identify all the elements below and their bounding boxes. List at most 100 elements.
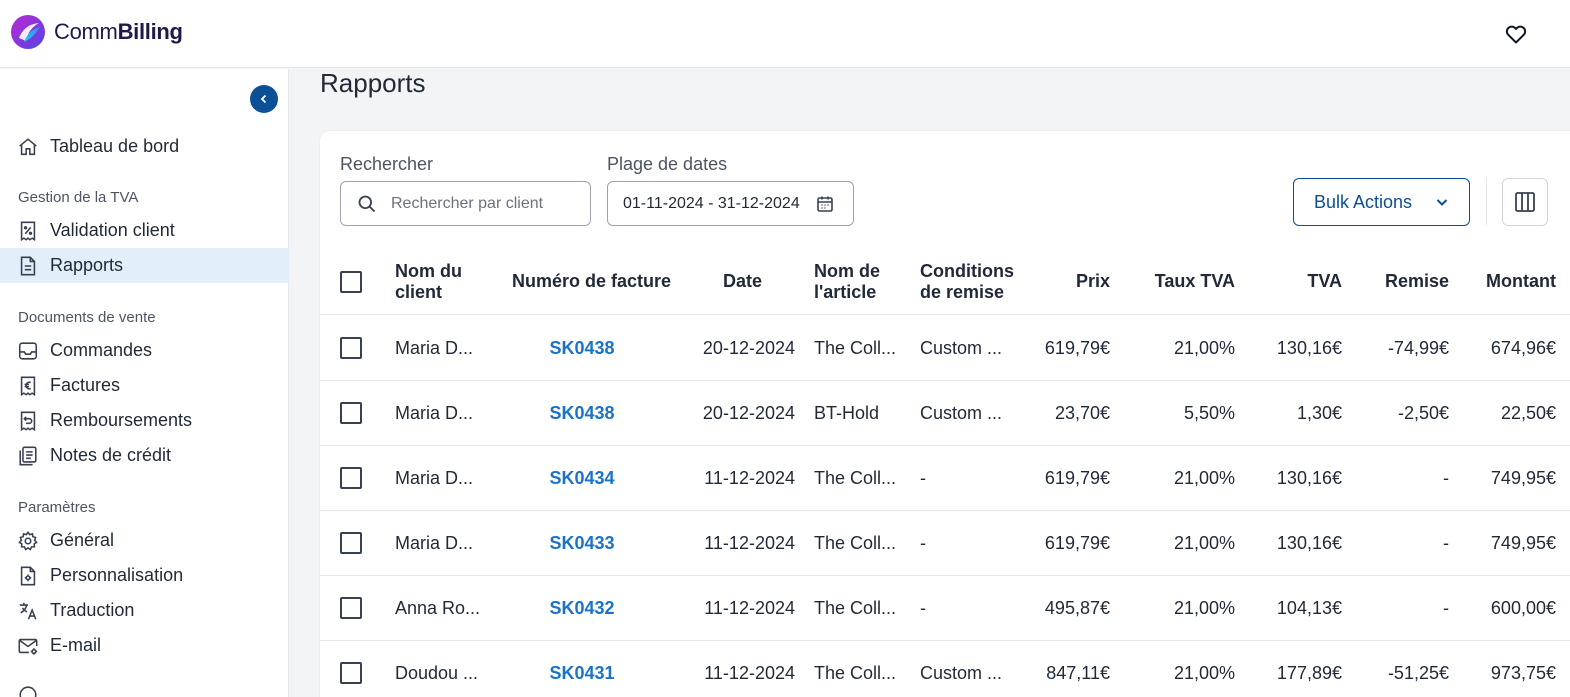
columns-toggle-button[interactable] bbox=[1502, 178, 1548, 226]
table-row[interactable]: Maria D... SK0433 11-12-2024 The Coll... - 61… bbox=[320, 511, 1570, 576]
cell-discount: - bbox=[1443, 532, 1449, 553]
sidebar-item-label: E-mail bbox=[50, 635, 102, 655]
cell-date: 11-12-2024 bbox=[704, 662, 795, 683]
row-checkbox[interactable] bbox=[340, 337, 362, 359]
header-article-line1: Nom de bbox=[814, 260, 881, 281]
header-amount[interactable]: Montant bbox=[1460, 249, 1556, 314]
row-checkbox[interactable] bbox=[340, 402, 362, 424]
cell-date: 20-12-2024 bbox=[702, 337, 795, 358]
sidebar-item-customization[interactable]: Personnalisation bbox=[0, 558, 289, 593]
sidebar-item-label: Commandes bbox=[50, 340, 153, 360]
app-name-bold: Billing bbox=[117, 19, 183, 44]
search-icon bbox=[358, 195, 376, 212]
cell-article: The Coll... bbox=[814, 467, 897, 488]
sidebar-item-email[interactable]: E-mail bbox=[0, 628, 289, 663]
header-price[interactable]: Prix bbox=[1020, 249, 1110, 314]
app-name-light: Comm bbox=[54, 19, 118, 44]
cell-vat-rate: 21,00% bbox=[1173, 337, 1235, 358]
section-label-vat: Gestion de la TVA bbox=[18, 189, 139, 206]
row-select-cell bbox=[340, 511, 362, 575]
table-row[interactable]: Doudou ... SK0431 11-12-2024 The Coll... Cus… bbox=[320, 641, 1570, 697]
cell-discount: -51,25€ bbox=[1387, 662, 1449, 683]
favorite-heart-icon[interactable] bbox=[1504, 22, 1528, 46]
cell-discount: -2,50€ bbox=[1397, 402, 1449, 423]
cell-vat-rate: 21,00% bbox=[1173, 532, 1235, 553]
cell-client: Maria D... bbox=[395, 402, 474, 423]
row-checkbox[interactable] bbox=[340, 662, 362, 684]
invoice-link[interactable]: SK0433 bbox=[512, 511, 652, 575]
cell-price: 619,79€ bbox=[1044, 337, 1110, 358]
sidebar-item-dashboard[interactable]: Tableau de bord bbox=[0, 129, 289, 164]
cell-discount: -74,99€ bbox=[1387, 337, 1449, 358]
receipt-percent-icon bbox=[20, 221, 36, 241]
cell-price: 23,70€ bbox=[1054, 402, 1110, 423]
row-checkbox[interactable] bbox=[340, 467, 362, 489]
cell-discount: - bbox=[1443, 467, 1449, 488]
cell-discount: - bbox=[1443, 597, 1449, 618]
cell-article: The Coll... bbox=[814, 532, 897, 553]
row-checkbox[interactable] bbox=[340, 532, 362, 554]
invoice-link[interactable]: SK0432 bbox=[512, 576, 652, 640]
header-conditions-line1: Conditions bbox=[920, 260, 1014, 281]
header-vat-rate[interactable]: Taux TVA bbox=[1130, 249, 1235, 314]
sidebar-item-partial[interactable] bbox=[0, 677, 289, 697]
cell-amount: 600,00€ bbox=[1490, 597, 1556, 618]
sidebar-item-credit-notes[interactable]: Notes de crédit bbox=[0, 438, 289, 473]
sidebar-item-invoices[interactable]: Factures bbox=[0, 368, 289, 403]
invoice-link[interactable]: SK0434 bbox=[512, 446, 652, 510]
row-select-cell bbox=[340, 641, 362, 697]
sidebar-item-translation[interactable]: Traduction bbox=[0, 593, 289, 628]
search-field[interactable] bbox=[340, 181, 591, 226]
collapse-sidebar-button[interactable] bbox=[250, 85, 278, 113]
cell-article: The Coll... bbox=[814, 597, 897, 618]
sidebar-item-general[interactable]: Général bbox=[0, 523, 289, 558]
cell-date: 11-12-2024 bbox=[704, 597, 795, 618]
invoice-link[interactable]: SK0438 bbox=[512, 316, 652, 380]
search-input[interactable] bbox=[391, 194, 571, 213]
invoice-link[interactable]: SK0438 bbox=[512, 381, 652, 445]
sidebar-item-client-validation[interactable]: Validation client bbox=[0, 213, 289, 248]
cell-date: 11-12-2024 bbox=[704, 532, 795, 553]
cell-conditions: - bbox=[920, 467, 926, 488]
row-select-cell bbox=[340, 316, 362, 380]
document-icon bbox=[20, 256, 36, 275]
sidebar-item-label: Rapports bbox=[50, 255, 124, 275]
cell-vat-rate: 21,00% bbox=[1173, 662, 1235, 683]
cell-client: Maria D... bbox=[395, 532, 474, 553]
header-date[interactable]: Date bbox=[690, 249, 795, 314]
header-client[interactable]: Nom du client bbox=[395, 249, 462, 314]
cell-article: The Coll... bbox=[814, 662, 897, 683]
cell-vat: 177,89€ bbox=[1276, 662, 1342, 683]
table-header: Nom du client Numéro de facture Date Nom … bbox=[320, 249, 1570, 315]
header-invoice[interactable]: Numéro de facture bbox=[512, 249, 671, 314]
bulk-actions-button[interactable]: Bulk Actions bbox=[1293, 178, 1470, 226]
header-conditions[interactable]: Conditions de remise bbox=[920, 249, 1014, 314]
table-row[interactable]: Maria D... SK0438 20-12-2024 BT-Hold Custom … bbox=[320, 381, 1570, 446]
cell-vat-rate: 21,00% bbox=[1173, 467, 1235, 488]
select-all-checkbox[interactable] bbox=[340, 270, 362, 293]
cell-date: 11-12-2024 bbox=[704, 467, 795, 488]
date-range-picker[interactable]: 01-11-2024 - 31-12-2024 bbox=[607, 181, 854, 226]
row-checkbox[interactable] bbox=[340, 597, 362, 619]
cell-amount: 749,95€ bbox=[1490, 467, 1556, 488]
sidebar-item-orders[interactable]: Commandes bbox=[0, 333, 289, 368]
cell-conditions: - bbox=[920, 532, 926, 553]
table-row[interactable]: Maria D... SK0434 11-12-2024 The Coll... - 61… bbox=[320, 446, 1570, 511]
header-discount[interactable]: Remise bbox=[1360, 249, 1449, 314]
header-article[interactable]: Nom de l'article bbox=[814, 249, 880, 314]
table-row[interactable]: Maria D... SK0438 20-12-2024 The Coll... Cus… bbox=[320, 316, 1570, 381]
table-row[interactable]: Anna Ro... SK0432 11-12-2024 The Coll... - 49… bbox=[320, 576, 1570, 641]
chevron-left-icon bbox=[260, 94, 267, 104]
header-vat[interactable]: TVA bbox=[1250, 249, 1342, 314]
row-select-cell bbox=[340, 381, 362, 445]
cell-vat: 104,13€ bbox=[1276, 597, 1342, 618]
sidebar-item-reports[interactable]: Rapports bbox=[0, 248, 289, 283]
invoice-link[interactable]: SK0431 bbox=[512, 641, 652, 697]
reports-card: Rechercher Plage de dates 01-11-2024 - 3… bbox=[320, 131, 1570, 697]
sidebar-item-label: Personnalisation bbox=[50, 565, 184, 585]
sidebar-item-refunds[interactable]: Remboursements bbox=[0, 403, 289, 438]
date-range-value: 01-11-2024 - 31-12-2024 bbox=[623, 194, 800, 212]
document-settings-icon bbox=[20, 566, 36, 585]
calendar-icon bbox=[817, 196, 833, 212]
app-logo[interactable]: CommBilling bbox=[10, 14, 183, 50]
